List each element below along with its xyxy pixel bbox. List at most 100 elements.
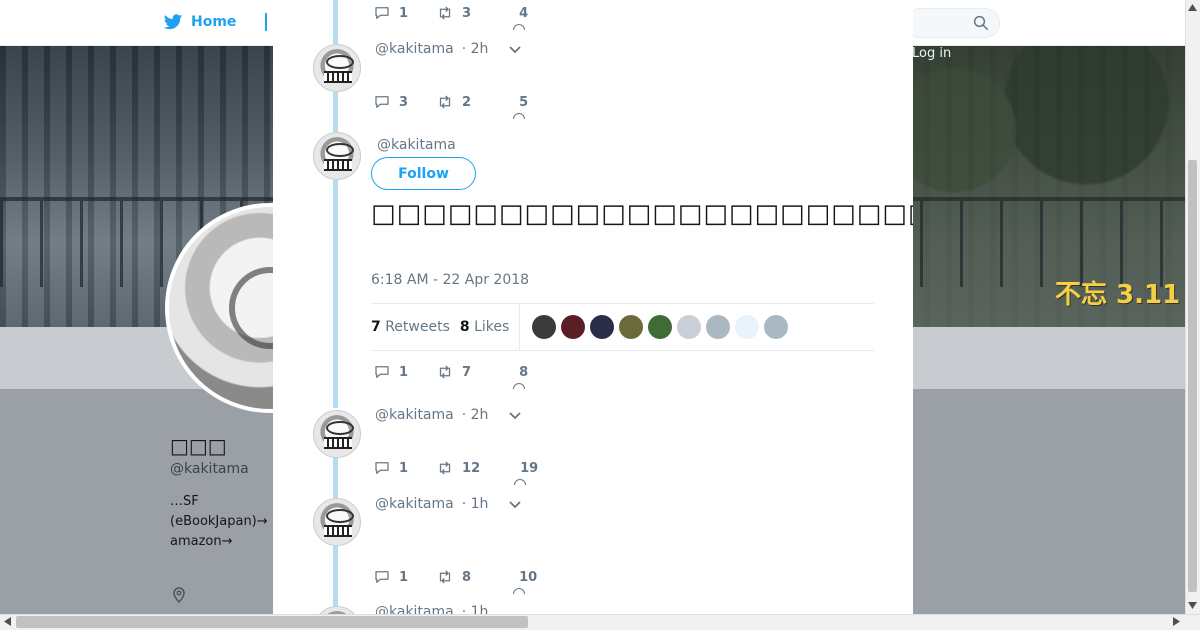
profile-name: □□□ [170,434,227,458]
nav-home[interactable]: Home [163,12,236,32]
like-count: 4 [519,5,529,21]
retweet-button[interactable]: 3 [436,4,471,22]
scroll-left-arrow-icon[interactable] [4,617,11,626]
retweet-icon [439,365,451,379]
close-icon[interactable] [1155,12,1179,36]
tweet-actions: 1 7 8 [373,363,528,389]
retweet-button[interactable]: 7 [436,363,471,381]
chevron-down-icon[interactable] [508,42,522,56]
retweets-stat[interactable]: 7 Retweets [371,319,450,335]
thread-line [333,546,338,608]
reply-count: 1 [399,364,409,380]
liker-avatar[interactable] [764,315,789,339]
tweet-time[interactable]: · 1h [462,604,489,614]
tweet-avatar[interactable] [313,44,361,92]
liker-avatar[interactable] [706,315,731,339]
reply-button[interactable]: 1 [373,363,408,381]
like-button[interactable]: 4 [513,5,529,30]
reply-button[interactable]: 1 [373,568,408,586]
reply-button[interactable]: 3 [373,93,408,111]
like-button[interactable]: 19 [514,460,539,485]
retweet-count: 2 [462,94,472,110]
heart-icon [513,23,526,30]
liker-avatar[interactable] [677,315,702,339]
reply-count: 1 [399,5,409,21]
focused-tweet-handle[interactable]: @kakitama [377,137,456,153]
tweet-handle[interactable]: @kakitama [375,41,454,57]
like-button[interactable]: 5 [513,95,528,119]
login-link[interactable]: Log in [912,46,951,61]
tweet-handle[interactable]: @kakitama [375,407,454,423]
banner-stamp: 不忘 3.11 [1055,280,1181,310]
reply-icon [375,462,389,474]
reply-icon [375,366,389,378]
thread-line [333,456,338,498]
retweets-stat-label: Retweets [385,319,450,335]
tweet-actions: 1 8 10 [373,568,537,594]
focused-tweet-avatar[interactable] [313,132,361,180]
horizontal-scroll-thumb[interactable] [16,616,528,628]
liker-avatar[interactable] [590,315,615,339]
nav-home-label: Home [191,14,237,30]
tweet-time[interactable]: · 2h [462,41,489,57]
twitter-bird-icon [163,14,183,30]
scroll-down-arrow-icon[interactable] [1188,602,1197,609]
reply-icon [375,571,389,583]
focused-tweet-timestamp[interactable]: 6:18 AM - 22 Apr 2018 [371,272,529,288]
tweet-actions: 1 3 4 [373,4,529,30]
vertical-scroll-thumb[interactable] [1188,160,1197,592]
bio-line[interactable]: (eBookJapan)→ [170,512,268,532]
liker-avatar[interactable] [619,315,644,339]
location-icon [173,587,185,603]
scroll-up-arrow-icon[interactable] [1188,4,1197,11]
reply-count: 1 [399,460,409,476]
thread-line [333,0,338,44]
like-button[interactable]: 8 [513,365,528,389]
heart-icon [514,478,527,485]
chevron-down-icon[interactable] [508,497,522,511]
reply-button[interactable]: 1 [373,4,408,22]
tweet-avatar[interactable] [313,498,361,546]
chevron-down-icon[interactable] [508,408,522,422]
tweet-time[interactable]: · 2h [462,407,489,423]
profile-handle[interactable]: @kakitama [170,461,249,477]
reply-count: 1 [399,569,409,585]
tweet-header: @kakitama · 1h [375,604,488,614]
like-count: 19 [520,460,539,476]
tweet-header: @kakitama · 1h [375,496,522,512]
bio-line[interactable]: amazon→ [170,532,268,552]
liker-avatar[interactable] [648,315,673,339]
reply-button[interactable]: 1 [373,459,408,477]
likers-avatars [532,315,789,339]
retweet-button[interactable]: 12 [436,459,480,477]
liker-avatar[interactable] [561,315,586,339]
focused-tweet-text: □□□□□□□□□□□□□□□□□□□□□□□□□□□□□□□□□□□□□□□□… [371,199,913,229]
reply-icon [375,7,389,19]
retweet-count: 3 [462,5,472,21]
retweet-button[interactable]: 2 [436,93,471,111]
tweet-header: @kakitama · 2h [375,41,522,57]
retweet-icon [439,570,451,584]
tweet-handle[interactable]: @kakitama [375,604,454,614]
likes-stat[interactable]: 8 Likes [460,319,509,335]
retweet-button[interactable]: 8 [436,568,471,586]
reply-count: 3 [399,94,409,110]
tweet-actions: 1 12 19 [373,459,539,485]
tweet-avatar[interactable] [313,410,361,458]
tweet-avatar[interactable] [313,606,361,614]
tweet-actions: 3 2 5 [373,93,528,119]
likes-stat-label: Likes [474,319,510,335]
tweet-time[interactable]: · 1h [462,496,489,512]
retweet-count: 7 [462,364,472,380]
search-icon[interactable] [972,14,990,32]
liker-avatar[interactable] [532,315,557,339]
retweet-icon [439,95,451,109]
retweet-icon [439,461,451,475]
liker-avatar[interactable] [735,315,760,339]
scroll-right-arrow-icon[interactable] [1173,617,1180,626]
tweet-handle[interactable]: @kakitama [375,496,454,512]
follow-button[interactable]: Follow [371,157,476,190]
retweet-icon [439,6,451,20]
heart-icon [513,112,526,119]
like-button[interactable]: 10 [513,570,537,594]
